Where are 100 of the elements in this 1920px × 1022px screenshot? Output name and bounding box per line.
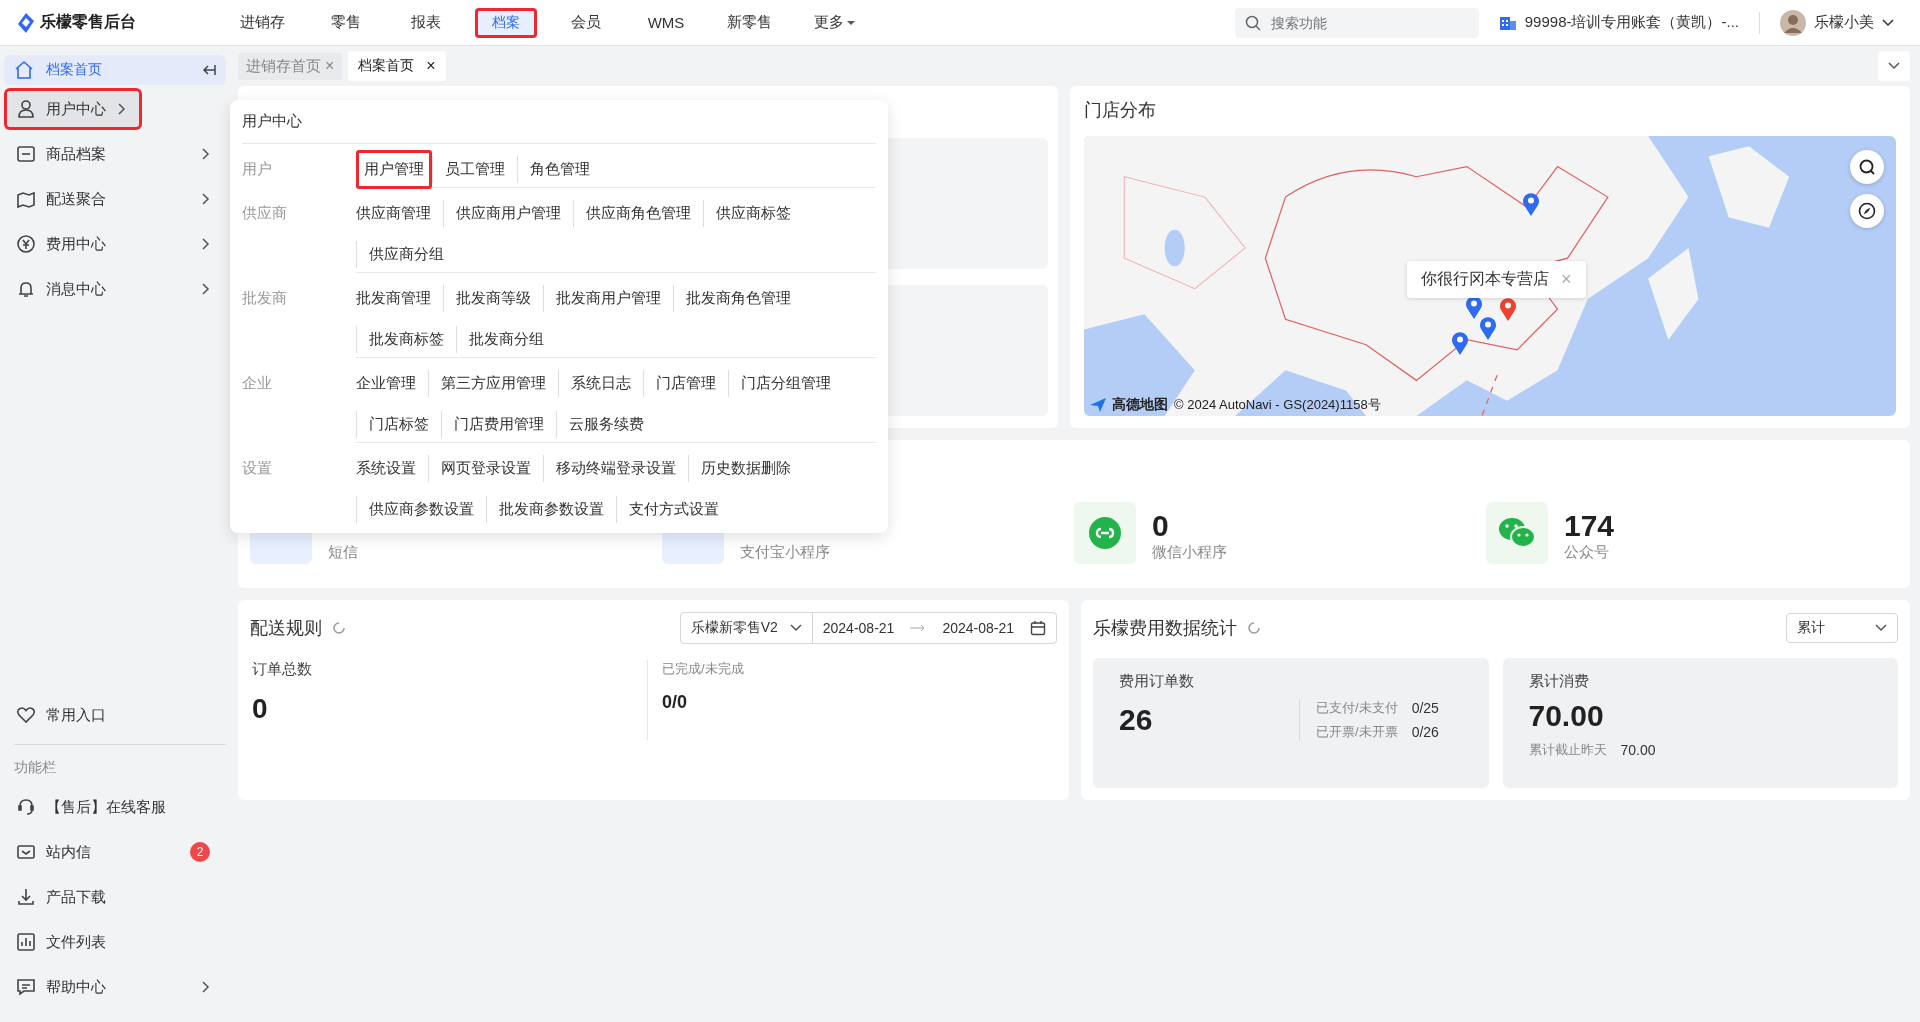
menu-link[interactable]: 系统设置 (356, 455, 428, 482)
sidebar-item[interactable]: 常用入口 (4, 694, 226, 736)
chevron-down-icon (789, 624, 802, 632)
group-label: 设置 (242, 458, 273, 478)
search-field[interactable]: 搜索功能 (1234, 7, 1479, 38)
channel-label: 微信小程序 (1152, 543, 1227, 562)
menu-link[interactable]: 供应商参数设置 (356, 496, 486, 523)
menu-link[interactable]: 支付方式设置 (616, 496, 731, 523)
message-icon (16, 977, 36, 997)
nav-tab[interactable]: 新零售 (715, 7, 784, 38)
channel-count: 0 (1152, 509, 1170, 543)
menu-link[interactable]: 批发商等级 (443, 285, 543, 312)
store-name: 你很行冈本专营店 (1421, 269, 1549, 289)
card-title: 乐檬费用数据统计 (1093, 617, 1237, 640)
bell-icon (16, 279, 36, 299)
menu-link[interactable]: 员工管理 (432, 156, 517, 183)
compass-icon (1858, 202, 1876, 220)
nav-tab[interactable]: 档案 (475, 7, 537, 38)
account-switcher[interactable]: 99998-培训专用账套（黄凯）-... (1498, 13, 1739, 32)
sidebar-item[interactable]: 配送聚合 (4, 178, 226, 220)
group-label: 供应商 (242, 203, 288, 223)
sidebar-item[interactable]: 文件列表 (4, 921, 226, 963)
map-logo-icon (1090, 398, 1106, 412)
menu-link[interactable]: 批发商用户管理 (543, 285, 673, 312)
menu-link[interactable]: 用户管理 (356, 150, 432, 189)
sidebar-item[interactable]: 站内信 2 (4, 831, 226, 873)
menu-link[interactable]: 企业管理 (356, 370, 428, 397)
nav-tab[interactable]: 会员 (555, 7, 617, 38)
menu-link[interactable]: 供应商角色管理 (573, 200, 703, 227)
menu-link[interactable]: 云服务续费 (556, 411, 656, 438)
menu-link[interactable]: 供应商分组 (356, 241, 456, 268)
chevron-right-icon (202, 283, 210, 295)
chevron-right-icon (118, 103, 126, 115)
refresh-icon[interactable] (332, 621, 346, 635)
sidebar-item[interactable]: 商品档案 (4, 133, 226, 175)
chevron-right-icon (202, 193, 210, 205)
menu-link[interactable]: 移动终端登录设置 (543, 455, 688, 482)
map-pin-icon[interactable] (1451, 331, 1469, 355)
archive-icon (16, 144, 36, 164)
scheme-select[interactable]: 乐檬新零售V2 (680, 613, 813, 643)
menu-link[interactable]: 门店分组管理 (728, 370, 843, 397)
group-label: 用户 (242, 159, 273, 179)
collapse-icon[interactable] (202, 64, 216, 76)
sidebar-item[interactable]: 费用中心 (4, 223, 226, 265)
download-icon (16, 887, 36, 907)
menu-link[interactable]: 系统日志 (558, 370, 643, 397)
stat-value: 26 (1119, 703, 1154, 737)
menu-link[interactable]: 第三方应用管理 (428, 370, 558, 397)
menu-link[interactable]: 门店费用管理 (441, 411, 556, 438)
sidebar-item[interactable]: 档案首页 (4, 55, 226, 85)
sidebar-item[interactable]: 帮助中心 (4, 966, 226, 1008)
menu-link[interactable]: 门店标签 (356, 411, 441, 438)
nav-tab[interactable]: 零售 (315, 7, 377, 38)
close-tab-button[interactable]: × (426, 57, 436, 75)
chart-icon (16, 932, 36, 952)
page-tab[interactable]: 档案首页 × (348, 51, 446, 81)
menu-link[interactable]: 批发商分组 (456, 326, 556, 353)
menu-link[interactable]: 网页登录设置 (428, 455, 543, 482)
stat-label: 已完成/未完成 (662, 660, 745, 678)
headset-icon (16, 797, 36, 817)
section-label: 功能栏 (13, 758, 57, 777)
chevron-right-icon (202, 148, 210, 160)
sidebar-item[interactable]: 消息中心 (4, 268, 226, 310)
detail-label: 已支付/未支付 (1316, 699, 1398, 717)
nav-tab[interactable]: 报表 (395, 7, 457, 38)
menu-link[interactable]: 批发商参数设置 (486, 496, 616, 523)
nav-tab[interactable]: 更多 (802, 7, 867, 38)
menu-link[interactable]: 供应商用户管理 (443, 200, 573, 227)
link-icon (1074, 502, 1136, 564)
sidebar-item[interactable]: 产品下载 (4, 876, 226, 918)
menu-link[interactable]: 供应商标签 (703, 200, 803, 227)
menu-link[interactable]: 批发商管理 (356, 285, 443, 312)
tabs-menu-button[interactable] (1878, 51, 1910, 81)
refresh-icon[interactable] (1247, 621, 1261, 635)
building-icon (1498, 14, 1517, 31)
channel-label: 公众号 (1564, 543, 1610, 562)
user-icon (16, 99, 36, 119)
stat-value: 0 (252, 693, 269, 725)
sidebar-item[interactable]: 用户中心 (4, 88, 142, 130)
menu-link[interactable]: 历史数据删除 (688, 455, 803, 482)
map-pin-icon[interactable] (1479, 316, 1497, 340)
map-pin-icon[interactable] (1499, 297, 1517, 321)
sidebar-item[interactable]: 【售后】在线客服 (4, 786, 226, 828)
menu-link[interactable]: 角色管理 (517, 156, 602, 183)
stat-label: 累计消费 (1528, 672, 1590, 691)
detail-value: 70.00 (1620, 742, 1656, 758)
heart-icon (16, 705, 36, 725)
menu-link[interactable]: 门店管理 (643, 370, 728, 397)
user-menu[interactable]: 乐檬小美 (1780, 9, 1894, 36)
menu-link[interactable]: 批发商标签 (356, 326, 456, 353)
map-icon (16, 189, 36, 209)
map-pin-icon[interactable] (1522, 192, 1540, 216)
period-select[interactable]: 累计 (1786, 613, 1898, 643)
group-label: 企业 (242, 373, 273, 393)
date-range-field[interactable]: 2024-08-21 2024-08-21 (812, 620, 1056, 636)
nav-tab[interactable]: WMS (635, 7, 697, 38)
menu-link[interactable]: 供应商管理 (356, 200, 443, 227)
search-icon (1858, 158, 1876, 176)
nav-tab[interactable]: 进销存 (228, 7, 297, 38)
menu-link[interactable]: 批发商角色管理 (673, 285, 803, 312)
